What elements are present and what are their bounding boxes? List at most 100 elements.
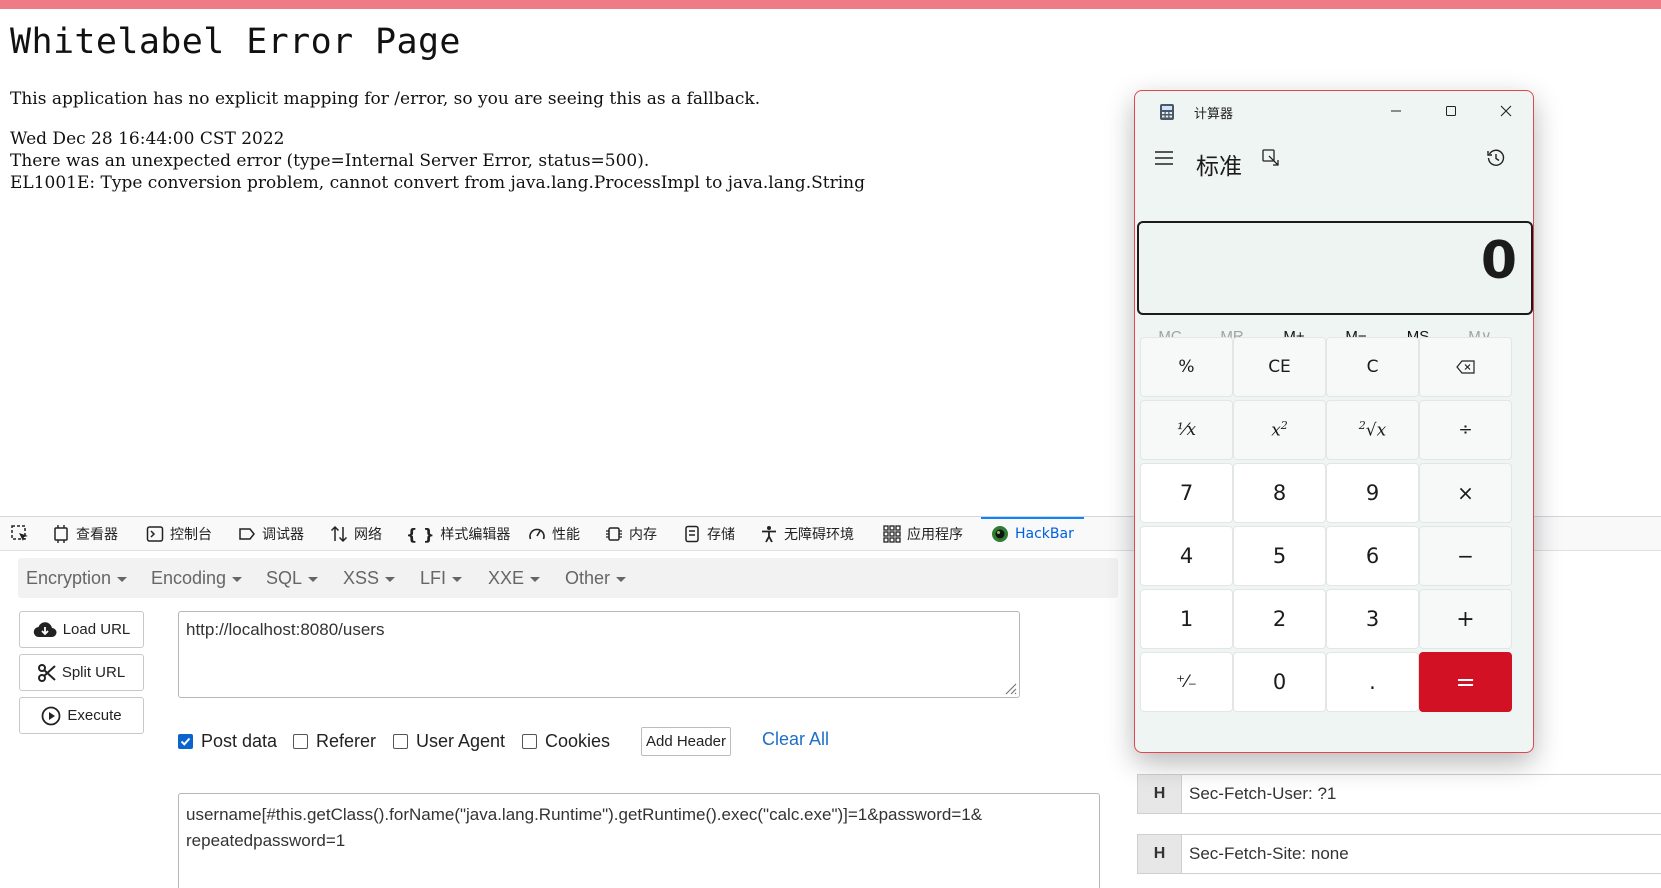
chevron-down-icon: [616, 576, 627, 582]
header-tag: H: [1138, 775, 1182, 813]
maximize-icon: [1445, 106, 1456, 116]
calculator-display: 0: [1137, 221, 1533, 315]
digit-4-key[interactable]: 4: [1140, 526, 1233, 586]
menu-lfi[interactable]: LFI: [420, 558, 463, 598]
tab-inspector[interactable]: 查看器: [52, 517, 118, 551]
referer-label: Referer: [316, 730, 377, 751]
digit-3-key[interactable]: 3: [1326, 589, 1419, 649]
chevron-down-icon: [232, 576, 243, 582]
tab-hackbar[interactable]: HackBar: [981, 517, 1084, 551]
square-root-key[interactable]: 2√x: [1326, 400, 1419, 460]
referer-checkbox[interactable]: [293, 733, 308, 749]
tab-network[interactable]: 网络: [330, 517, 382, 551]
cookies-option[interactable]: Cookies: [522, 729, 610, 753]
tab-console[interactable]: 控制台: [146, 517, 212, 551]
tab-application[interactable]: 应用程序: [883, 517, 963, 551]
chevron-down-icon: [452, 576, 463, 582]
digit-7-key[interactable]: 7: [1140, 463, 1233, 523]
add-header-button[interactable]: Add Header: [641, 727, 731, 756]
menu-xxe[interactable]: XXE: [488, 558, 541, 598]
digit-0-key[interactable]: 0: [1233, 652, 1326, 712]
negate-key[interactable]: ⁺⁄₋: [1140, 652, 1233, 712]
divide-key[interactable]: ÷: [1419, 400, 1512, 460]
equals-key[interactable]: =: [1419, 652, 1512, 712]
tab-label: 无障碍环境: [784, 527, 854, 543]
digit-8-key[interactable]: 8: [1233, 463, 1326, 523]
resize-grip-icon[interactable]: [1003, 681, 1017, 695]
header-row[interactable]: H Sec-Fetch-User: ?1: [1137, 774, 1661, 814]
digit-9-key[interactable]: 9: [1326, 463, 1419, 523]
tab-performance[interactable]: 性能: [528, 517, 580, 551]
tab-storage[interactable]: 存储: [683, 517, 735, 551]
user-agent-option[interactable]: User Agent: [393, 729, 505, 753]
square-key[interactable]: x2: [1233, 400, 1326, 460]
history-icon[interactable]: [1486, 148, 1506, 168]
subtract-key[interactable]: −: [1419, 526, 1512, 586]
network-icon: [330, 525, 348, 543]
tab-label: HackBar: [1015, 526, 1074, 542]
clear-all-link[interactable]: Clear All: [762, 729, 829, 750]
performance-icon: [529, 528, 545, 540]
page-title: Whitelabel Error Page: [10, 22, 461, 62]
calculator-window: 计算器 标准 0 MC MR M+ M− MS M∨ % CE C ⅟x x2 …: [1134, 90, 1534, 753]
tab-memory[interactable]: 内存: [605, 517, 657, 551]
tab-label: 内存: [629, 527, 657, 543]
menu-label: XSS: [343, 567, 380, 588]
calculator-titlebar[interactable]: 计算器: [1135, 91, 1533, 131]
split-url-button[interactable]: Split URL: [19, 654, 144, 691]
tab-label: 网络: [354, 527, 382, 543]
clear-entry-key[interactable]: CE: [1233, 337, 1326, 397]
post-data-checkbox[interactable]: [178, 733, 193, 749]
hamburger-menu-icon[interactable]: [1155, 151, 1173, 165]
element-picker-button[interactable]: [10, 517, 30, 551]
split-url-label: Split URL: [61, 664, 126, 681]
calculator-title: 计算器: [1194, 107, 1234, 122]
menu-label: XXE: [488, 567, 525, 588]
digit-5-key[interactable]: 5: [1233, 526, 1326, 586]
digit-1-key[interactable]: 1: [1140, 589, 1233, 649]
header-row[interactable]: H Sec-Fetch-Site: none: [1137, 834, 1661, 874]
digit-6-key[interactable]: 6: [1326, 526, 1419, 586]
multiply-key[interactable]: ×: [1419, 463, 1512, 523]
decimal-key[interactable]: .: [1326, 652, 1419, 712]
display-value: 0: [1480, 231, 1517, 291]
style-editor-icon: { }: [406, 524, 435, 544]
menu-encoding[interactable]: Encoding: [151, 558, 243, 598]
application-icon: [883, 525, 901, 543]
reciprocal-glyph: ⅟x: [1176, 420, 1197, 440]
menu-sql[interactable]: SQL: [266, 558, 319, 598]
memory-icon: [606, 527, 622, 541]
header-value: Sec-Fetch-User: ?1: [1189, 784, 1337, 803]
tab-style-editor[interactable]: { } 样式编辑器: [406, 517, 510, 551]
minimize-button[interactable]: [1368, 91, 1423, 131]
backspace-key[interactable]: [1419, 337, 1512, 397]
digit-2-key[interactable]: 2: [1233, 589, 1326, 649]
error-timestamp: Wed Dec 28 16:44:00 CST 2022: [10, 129, 285, 149]
menu-encryption[interactable]: Encryption: [26, 558, 128, 598]
reciprocal-key[interactable]: ⅟x: [1140, 400, 1233, 460]
menu-xss[interactable]: XSS: [343, 558, 396, 598]
calculator-nav: 标准: [1135, 135, 1533, 183]
post-data-input[interactable]: username[#this.getClass().forName("java.…: [178, 793, 1100, 888]
percent-key[interactable]: %: [1140, 337, 1233, 397]
error-message: This application has no explicit mapping…: [10, 89, 761, 109]
keep-on-top-icon[interactable]: [1262, 149, 1280, 167]
load-url-button[interactable]: Load URL: [19, 611, 144, 648]
execute-button[interactable]: Execute: [19, 697, 144, 734]
post-data-option[interactable]: Post data: [178, 729, 277, 753]
close-button[interactable]: [1478, 91, 1533, 131]
maximize-button[interactable]: [1423, 91, 1478, 131]
tab-debugger[interactable]: 调试器: [238, 517, 304, 551]
clear-key[interactable]: C: [1326, 337, 1419, 397]
menu-label: SQL: [266, 567, 303, 588]
url-input[interactable]: http://localhost:8080/users: [178, 611, 1020, 698]
hackbar-icon: [992, 526, 1008, 542]
tab-label: 调试器: [262, 527, 304, 543]
cookies-checkbox[interactable]: [522, 733, 537, 749]
tab-accessibility[interactable]: 无障碍环境: [760, 517, 854, 551]
chevron-down-icon: [530, 576, 541, 582]
menu-other[interactable]: Other: [565, 558, 627, 598]
add-key[interactable]: +: [1419, 589, 1512, 649]
referer-option[interactable]: Referer: [293, 729, 376, 753]
user-agent-checkbox[interactable]: [393, 733, 408, 749]
